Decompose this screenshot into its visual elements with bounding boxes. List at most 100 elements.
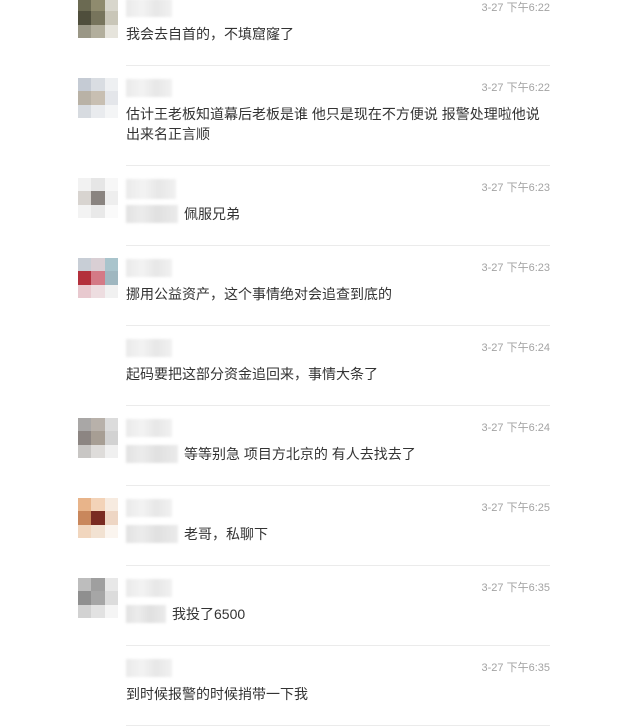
avatar[interactable] — [78, 78, 118, 118]
comment-text: 我会去自首的，不填窟窿了 — [126, 24, 550, 44]
avatar[interactable] — [78, 258, 118, 298]
comment-content: 3-27 下午6:22 我会去自首的，不填窟窿了 — [126, 0, 550, 66]
avatar-mosaic-cell — [91, 178, 105, 192]
comment-item: 3-27 下午6:35 到时候报警的时候捎带一下我 — [78, 646, 550, 726]
comment-timestamp: 3-27 下午6:35 — [481, 662, 550, 674]
avatar-mosaic-cell — [104, 444, 118, 458]
avatar-mosaic-cell — [78, 104, 92, 118]
comment-item: 3-27 下午6:24 等等别急 项目方北京的 有人去找去了 — [78, 406, 550, 486]
avatar[interactable] — [78, 658, 118, 698]
avatar-mosaic-cell — [91, 24, 105, 38]
avatar-mosaic-cell — [104, 431, 118, 445]
avatar-mosaic-cell — [104, 498, 118, 512]
comment-content: 3-27 下午6:25 老哥，私聊下 — [126, 486, 550, 566]
avatar-mosaic-cell — [91, 591, 105, 605]
avatar[interactable] — [78, 418, 118, 458]
comment-text-body: 挪用公益资产，这个事情绝对会追查到底的 — [126, 286, 392, 302]
username-blurred[interactable] — [126, 179, 176, 199]
avatar-mosaic-cell — [78, 284, 92, 298]
comment-timestamp: 3-27 下午6:24 — [481, 342, 550, 354]
avatar-mosaic-cell — [78, 431, 92, 445]
comment-timestamp: 3-27 下午6:22 — [481, 2, 550, 14]
username-blurred[interactable] — [126, 79, 172, 97]
comment-item: 3-27 下午6:24 起码要把这部分资金追回来，事情大条了 — [78, 326, 550, 406]
avatar-mosaic-cell — [91, 0, 105, 12]
avatar-mosaic-cell — [78, 11, 92, 25]
comment-timestamp: 3-27 下午6:24 — [481, 422, 550, 434]
avatar-mosaic-cell — [104, 418, 118, 432]
comment-list: 3-27 下午6:22 我会去自首的，不填窟窿了 3-27 下午6:22 估计王… — [78, 0, 550, 726]
comment-text-body: 等等别急 项目方北京的 有人去找去了 — [184, 446, 416, 462]
avatar[interactable] — [78, 498, 118, 538]
avatar-mosaic-cell — [91, 498, 105, 512]
avatar[interactable] — [78, 178, 118, 218]
comment-text-body: 估计王老板知道幕后老板是谁 他只是现在不方便说 报警处理啦他说出来名正言顺 — [126, 106, 540, 142]
comment-timestamp: 3-27 下午6:25 — [481, 502, 550, 514]
username-blurred[interactable] — [126, 499, 172, 517]
username-blurred[interactable] — [126, 579, 172, 597]
username-blurred[interactable] — [126, 419, 172, 437]
comment-header: 3-27 下午6:35 — [126, 658, 550, 680]
comment-text: 挪用公益资产，这个事情绝对会追查到底的 — [126, 284, 550, 304]
comment-text: 估计王老板知道幕后老板是谁 他只是现在不方便说 报警处理啦他说出来名正言顺 — [126, 104, 550, 144]
avatar-mosaic-cell — [78, 524, 92, 538]
avatar[interactable] — [78, 0, 118, 38]
avatar-mosaic-cell — [78, 578, 92, 592]
mention-blurred[interactable] — [126, 445, 178, 463]
avatar-mosaic-cell — [91, 11, 105, 25]
avatar-mosaic-cell — [91, 578, 105, 592]
avatar[interactable] — [78, 338, 118, 378]
comment-text-body: 到时候报警的时候捎带一下我 — [126, 686, 308, 702]
avatar-mosaic-cell — [104, 258, 118, 272]
avatar-mosaic-cell — [91, 284, 105, 298]
comment-content: 3-27 下午6:35 到时候报警的时候捎带一下我 — [126, 646, 550, 726]
avatar-mosaic-cell — [104, 11, 118, 25]
avatar-mosaic-cell — [91, 271, 105, 285]
avatar-mosaic-cell — [104, 78, 118, 92]
comment-text: 到时候报警的时候捎带一下我 — [126, 684, 550, 704]
avatar-mosaic-cell — [91, 204, 105, 218]
avatar-mosaic-cell — [104, 271, 118, 285]
avatar-mosaic-cell — [104, 604, 118, 618]
mention-blurred[interactable] — [126, 605, 166, 623]
avatar-mosaic-cell — [78, 78, 92, 92]
avatar-mosaic-cell — [104, 524, 118, 538]
comment-content: 3-27 下午6:23 挪用公益资产，这个事情绝对会追查到底的 — [126, 246, 550, 326]
avatar-mosaic-cell — [104, 24, 118, 38]
avatar-mosaic-cell — [78, 191, 92, 205]
avatar-mosaic-cell — [91, 604, 105, 618]
username-blurred[interactable] — [126, 659, 172, 677]
mention-blurred[interactable] — [126, 205, 178, 223]
mention-blurred[interactable] — [126, 525, 178, 543]
avatar-mosaic-cell — [104, 191, 118, 205]
username-blurred[interactable] — [126, 0, 172, 17]
comment-header: 3-27 下午6:23 — [126, 178, 550, 200]
avatar-mosaic-cell — [104, 178, 118, 192]
comment-item: 3-27 下午6:25 老哥，私聊下 — [78, 486, 550, 566]
avatar-mosaic-cell — [104, 91, 118, 105]
avatar-mosaic-cell — [78, 498, 92, 512]
comment-text: 佩服兄弟 — [126, 204, 550, 224]
username-blurred[interactable] — [126, 339, 172, 357]
avatar-mosaic-cell — [78, 0, 92, 12]
comment-content: 3-27 下午6:24 起码要把这部分资金追回来，事情大条了 — [126, 326, 550, 406]
avatar-mosaic-cell — [104, 204, 118, 218]
comment-text: 等等别急 项目方北京的 有人去找去了 — [126, 444, 550, 464]
avatar-mosaic-cell — [91, 444, 105, 458]
avatar[interactable] — [78, 578, 118, 618]
avatar-mosaic-cell — [91, 78, 105, 92]
comment-text-body: 我会去自首的，不填窟窿了 — [126, 26, 294, 42]
comment-content: 3-27 下午6:22 估计王老板知道幕后老板是谁 他只是现在不方便说 报警处理… — [126, 66, 550, 166]
comment-item: 3-27 下午6:22 我会去自首的，不填窟窿了 — [78, 0, 550, 66]
comment-text-body: 起码要把这部分资金追回来，事情大条了 — [126, 366, 378, 382]
avatar-mosaic-cell — [78, 271, 92, 285]
avatar-mosaic-cell — [78, 511, 92, 525]
comment-item: 3-27 下午6:22 估计王老板知道幕后老板是谁 他只是现在不方便说 报警处理… — [78, 66, 550, 166]
username-blurred[interactable] — [126, 259, 172, 277]
avatar-mosaic-cell — [104, 104, 118, 118]
avatar-mosaic-cell — [91, 104, 105, 118]
avatar-mosaic-cell — [91, 524, 105, 538]
avatar-mosaic-cell — [78, 604, 92, 618]
comment-text-body: 我投了6500 — [172, 606, 246, 622]
comment-item: 3-27 下午6:23 佩服兄弟 — [78, 166, 550, 246]
